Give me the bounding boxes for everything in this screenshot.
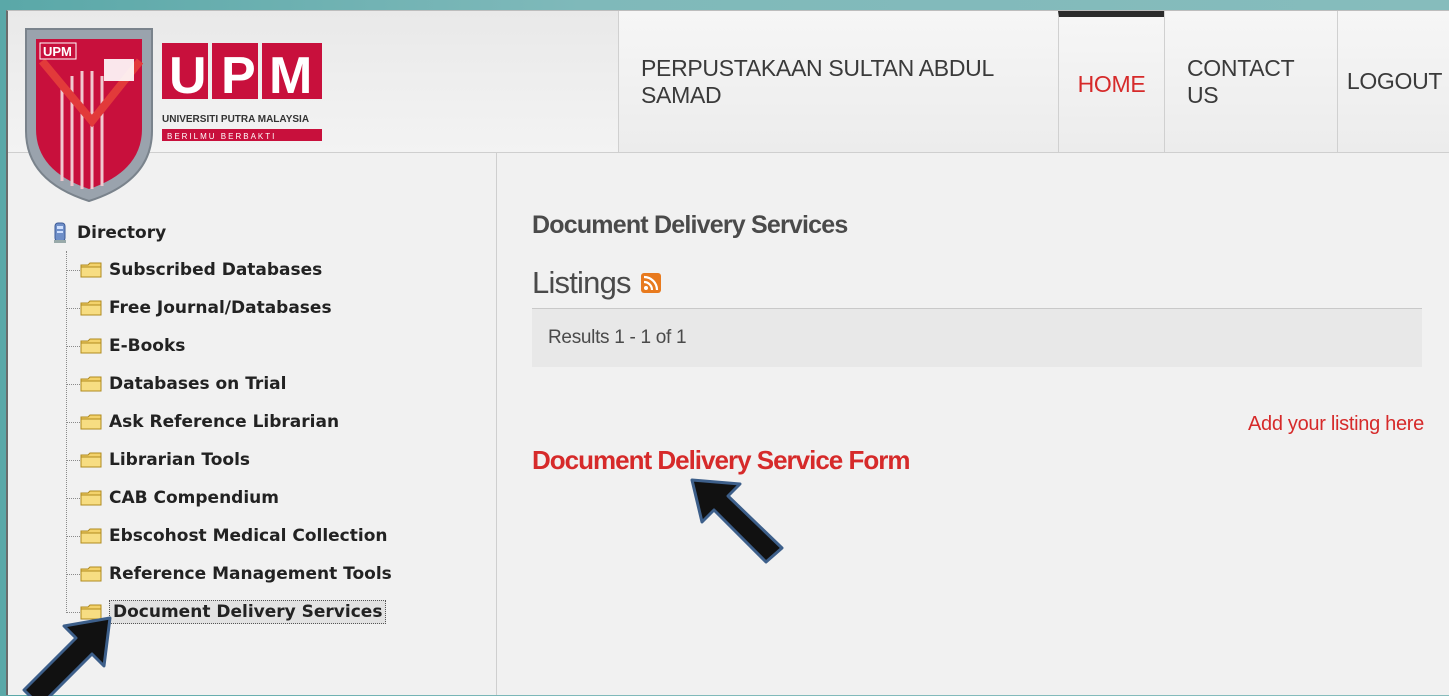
folder-icon <box>80 414 102 430</box>
sidebar-item-e-books[interactable]: E-Books <box>66 327 392 365</box>
listings-label: Listings <box>532 265 632 300</box>
sidebar-item-label: Document Delivery Services <box>109 600 387 624</box>
browser-page: UPM U P M UNIVERSITI PUTRA MALAYSIA BERI… <box>6 10 1449 695</box>
sidebar-item-free-journal-databases[interactable]: Free Journal/Databases <box>66 289 392 327</box>
svg-text:M: M <box>269 47 312 105</box>
sidebar-item-label: Subscribed Databases <box>109 260 323 280</box>
nav-contact-us[interactable]: CONTACT US <box>1164 11 1337 152</box>
upm-shield-icon: UPM U P M UNIVERSITI PUTRA MALAYSIA BERI… <box>25 28 322 203</box>
directory-tree: Directory Subscribed Databases Free Jour… <box>52 215 392 631</box>
sidebar-item-ebscohost-medical-collection[interactable]: Ebscohost Medical Collection <box>66 517 392 555</box>
sidebar-item-label: Reference Management Tools <box>109 564 392 584</box>
sidebar-item-librarian-tools[interactable]: Librarian Tools <box>66 441 392 479</box>
sidebar-item-label: E-Books <box>109 336 186 356</box>
results-bar: Results 1 - 1 of 1 <box>532 308 1422 367</box>
upm-logo[interactable]: UPM U P M UNIVERSITI PUTRA MALAYSIA BERI… <box>22 21 322 203</box>
sidebar-item-reference-management-tools[interactable]: Reference Management Tools <box>66 555 392 593</box>
arrow-pointer-icon <box>22 616 112 696</box>
svg-text:U: U <box>169 47 207 105</box>
folder-icon <box>80 452 102 468</box>
sidebar-item-ask-reference-librarian[interactable]: Ask Reference Librarian <box>66 403 392 441</box>
university-name: UNIVERSITI PUTRA MALAYSIA <box>162 114 309 125</box>
add-listing-link[interactable]: Add your listing here <box>1248 413 1424 436</box>
sidebar-item-label: Ebscohost Medical Collection <box>109 526 388 546</box>
results-count: Results 1 - 1 of 1 <box>548 327 687 348</box>
tree-items: Subscribed Databases Free Journal/Databa… <box>66 251 392 631</box>
arrow-pointer-icon <box>690 478 784 564</box>
site-header: UPM U P M UNIVERSITI PUTRA MALAYSIA BERI… <box>8 11 1449 203</box>
sidebar-item-label: Ask Reference Librarian <box>109 412 340 432</box>
folder-icon <box>80 490 102 506</box>
tree-root-label: Directory <box>77 223 167 243</box>
badge-text: UPM <box>43 44 72 59</box>
tree-root[interactable]: Directory <box>52 215 392 251</box>
nav-home[interactable]: HOME <box>1058 11 1164 152</box>
sidebar-item-label: Librarian Tools <box>109 450 251 470</box>
folder-icon <box>80 566 102 582</box>
svg-text:P: P <box>221 47 256 105</box>
main-content: Document Delivery Services Listings Resu… <box>497 153 1449 695</box>
top-navigation: PERPUSTAKAAN SULTAN ABDUL SAMAD HOME CON… <box>618 11 1449 152</box>
folder-icon <box>80 528 102 544</box>
folder-icon <box>80 300 102 316</box>
university-motto: BERILMU BERBAKTI <box>167 132 276 141</box>
folder-icon <box>80 262 102 278</box>
sidebar-item-document-delivery-services[interactable]: Document Delivery Services <box>66 593 392 631</box>
folder-icon <box>80 376 102 392</box>
nav-library[interactable]: PERPUSTAKAAN SULTAN ABDUL SAMAD <box>618 11 1058 152</box>
computer-icon <box>54 222 66 243</box>
sidebar-item-databases-on-trial[interactable]: Databases on Trial <box>66 365 392 403</box>
sidebar-item-label: Free Journal/Databases <box>109 298 332 318</box>
listings-heading: Listings <box>532 265 661 301</box>
nav-logout[interactable]: LOGOUT <box>1337 11 1449 152</box>
sidebar-item-label: CAB Compendium <box>109 488 279 508</box>
sidebar-item-subscribed-databases[interactable]: Subscribed Databases <box>66 251 392 289</box>
page-title: Document Delivery Services <box>532 211 848 239</box>
folder-icon <box>80 338 102 354</box>
sidebar-item-cab-compendium[interactable]: CAB Compendium <box>66 479 392 517</box>
sidebar-item-label: Databases on Trial <box>109 374 287 394</box>
rss-icon[interactable] <box>640 273 661 293</box>
